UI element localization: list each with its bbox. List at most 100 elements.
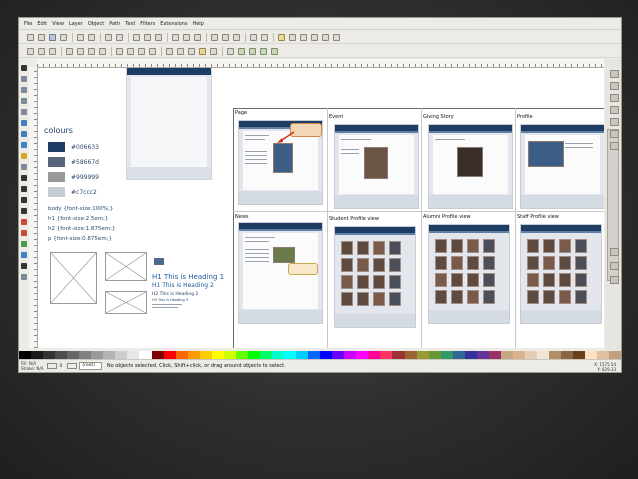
zoom-drawing-icon[interactable] [183, 33, 190, 41]
palette-swatch[interactable] [440, 351, 453, 359]
zoom-selection-icon[interactable] [172, 33, 179, 41]
save-icon[interactable] [49, 33, 56, 41]
pencil-tool-icon[interactable] [21, 175, 27, 181]
palette-swatch[interactable] [67, 351, 80, 359]
layer-visibility-icon[interactable] [67, 363, 78, 369]
palette-swatch[interactable] [537, 351, 550, 359]
fill-swatch-icon[interactable] [47, 363, 58, 369]
palette-swatch[interactable] [392, 351, 405, 359]
colour-swatch[interactable] [48, 157, 65, 167]
redo-icon[interactable] [116, 33, 123, 41]
pen-tool-icon[interactable] [21, 186, 27, 192]
vertical-ruler[interactable] [29, 67, 38, 348]
menu-edit[interactable]: Edit [37, 21, 47, 27]
bucket-tool-icon[interactable] [21, 241, 27, 247]
palette-swatch[interactable] [488, 351, 501, 359]
snap-toggle-icon[interactable] [610, 70, 619, 78]
flip-horizontal-icon[interactable] [88, 47, 95, 55]
palette-swatch[interactable] [380, 351, 393, 359]
flip-vertical-icon[interactable] [99, 47, 106, 55]
palette-swatch[interactable] [512, 351, 525, 359]
palette-swatch[interactable] [175, 351, 188, 359]
palette-swatch[interactable] [308, 351, 321, 359]
palette-swatch[interactable] [320, 351, 333, 359]
palette-swatch[interactable] [211, 351, 224, 359]
palette-swatch[interactable] [115, 351, 128, 359]
raise-to-top-icon[interactable] [116, 47, 123, 55]
palette-swatch[interactable] [344, 351, 357, 359]
palette-swatch[interactable] [428, 351, 441, 359]
spray-tool-icon[interactable] [21, 219, 27, 225]
palette-swatch[interactable] [127, 351, 140, 359]
palette-swatch[interactable] [500, 351, 513, 359]
x-field-icon[interactable] [166, 47, 173, 55]
snap-page-icon[interactable] [610, 130, 619, 138]
menu-view[interactable]: View [52, 21, 64, 27]
raise-icon[interactable] [127, 47, 134, 55]
palette-swatch[interactable] [55, 351, 68, 359]
palette-swatch[interactable] [187, 351, 200, 359]
palette-swatch[interactable] [585, 351, 598, 359]
colour-swatch[interactable] [48, 172, 65, 182]
horizontal-ruler[interactable] [37, 59, 604, 68]
palette-swatch[interactable] [103, 351, 116, 359]
palette-swatch[interactable] [597, 351, 610, 359]
group-icon[interactable] [250, 33, 257, 41]
menu-filters[interactable]: Filters [140, 21, 155, 27]
palette-swatch[interactable] [284, 351, 297, 359]
rect-tool-icon[interactable] [21, 120, 27, 126]
export-icon[interactable] [88, 33, 95, 41]
select-all-layers-icon[interactable] [38, 47, 45, 55]
snap-midpoint-icon[interactable] [610, 276, 619, 284]
palette-swatch[interactable] [404, 351, 417, 359]
palette-swatch[interactable] [235, 351, 248, 359]
palette-swatch[interactable] [43, 351, 56, 359]
lock-icon[interactable] [199, 47, 206, 55]
clone-icon[interactable] [222, 33, 229, 41]
palette-swatch[interactable] [139, 351, 152, 359]
palette-swatch[interactable] [79, 351, 92, 359]
drawing-canvas[interactable]: colours #006633 #58667d #999999 #c7ccc2 … [38, 68, 604, 348]
menu-path[interactable]: Path [109, 21, 120, 27]
select-all-icon[interactable] [27, 47, 34, 55]
calligraphy-tool-icon[interactable] [21, 197, 27, 203]
new-document-icon[interactable] [27, 33, 34, 41]
layer-dropdown[interactable]: (root) [79, 362, 102, 370]
palette-swatch[interactable] [476, 351, 489, 359]
palette-swatch[interactable] [199, 351, 212, 359]
unlink-clone-icon[interactable] [233, 33, 240, 41]
text-tool-icon[interactable] [21, 208, 27, 214]
move-gradients-icon[interactable] [260, 47, 267, 55]
menu-help[interactable]: Help [192, 21, 203, 27]
measure-tool-icon[interactable] [21, 109, 27, 115]
scale-stroke-icon[interactable] [238, 47, 245, 55]
snap-grid-icon[interactable] [610, 118, 619, 126]
palette-swatch[interactable] [247, 351, 260, 359]
palette-swatch[interactable] [259, 351, 272, 359]
palette-swatch[interactable] [356, 351, 369, 359]
palette-swatch[interactable] [91, 351, 104, 359]
import-icon[interactable] [77, 33, 84, 41]
palette-swatch[interactable] [609, 351, 621, 359]
dropper-tool-icon[interactable] [21, 263, 27, 269]
paste-icon[interactable] [155, 33, 162, 41]
palette-swatch[interactable] [561, 351, 574, 359]
palette-swatch[interactable] [524, 351, 538, 359]
deselect-icon[interactable] [49, 47, 56, 55]
palette-swatch[interactable] [464, 351, 477, 359]
colour-swatch[interactable] [48, 142, 65, 152]
colour-swatch[interactable] [48, 187, 65, 197]
gradient-tool-icon[interactable] [21, 252, 27, 258]
rotate-cw-icon[interactable] [77, 47, 84, 55]
eraser-tool-icon[interactable] [21, 230, 27, 236]
snap-guide-icon[interactable] [610, 106, 619, 114]
snap-nodes-icon[interactable] [610, 94, 619, 102]
menu-text[interactable]: Text [125, 21, 135, 27]
menu-layer[interactable]: Layer [69, 21, 83, 27]
palette-swatch[interactable] [332, 351, 345, 359]
units-icon[interactable] [227, 47, 234, 55]
zoom-tool-icon[interactable] [21, 98, 27, 104]
spiral-tool-icon[interactable] [21, 164, 27, 170]
palette-swatch[interactable] [19, 351, 32, 359]
opacity-field[interactable]: 0 [59, 364, 62, 369]
